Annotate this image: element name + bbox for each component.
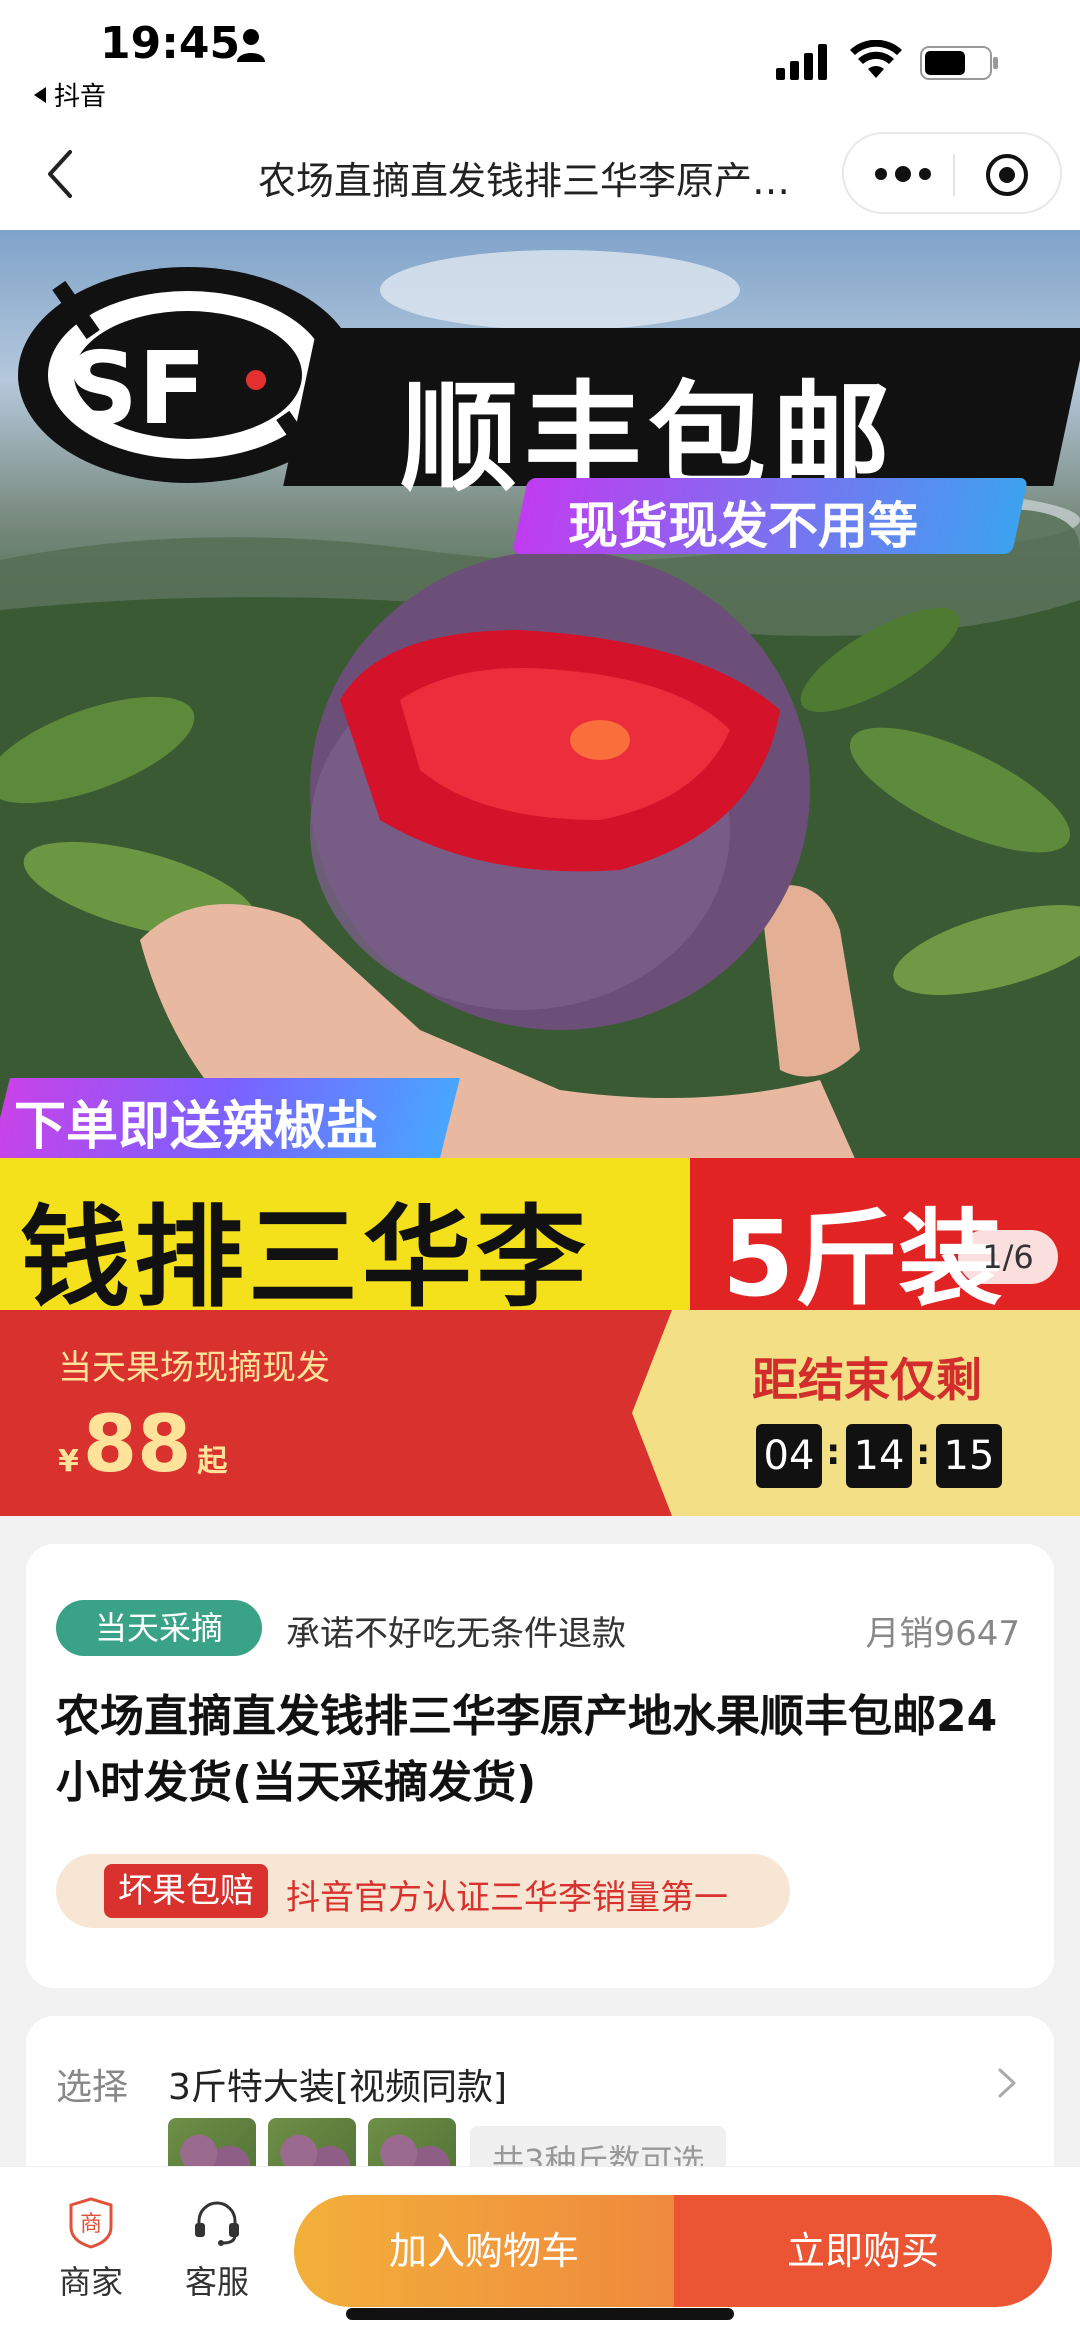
- person-icon: [237, 29, 265, 62]
- price-row: ¥ 88 起: [58, 1400, 227, 1490]
- price-banner: 当天果场现摘现发 ¥ 88 起 距结束仅剩 04 : 14 : 15: [0, 1310, 1080, 1516]
- battery-icon: [920, 46, 998, 80]
- gift-text: 下单即送辣椒盐: [14, 1097, 379, 1157]
- page-title: 农场直摘直发钱排三华李原产…: [258, 159, 791, 203]
- svg-text:商: 商: [80, 2212, 102, 2237]
- guarantee-text: 抖音官方认证三华李销量第一: [286, 1878, 728, 1918]
- product-name-band-text: 钱排三华李: [20, 1194, 590, 1310]
- close-target-icon[interactable]: [984, 152, 1030, 198]
- shop-icon: 商: [69, 2197, 113, 2249]
- countdown-separator: :: [916, 1432, 931, 1473]
- more-dots-icon[interactable]: [868, 152, 938, 196]
- chevron-right-icon: [998, 2068, 1016, 2098]
- back-triangle-icon: [34, 86, 46, 103]
- monthly-sales: 月销9647: [865, 1614, 1020, 1654]
- back-app-label: 抖音: [54, 82, 107, 112]
- countdown-seconds: 15: [936, 1424, 1002, 1488]
- back-arrow-icon[interactable]: [40, 146, 80, 202]
- pick-badge: 当天采摘: [56, 1600, 262, 1656]
- product-image-carousel[interactable]: SF 顺丰包邮 现货现发不用等 下单即送辣椒盐 钱排三华李 5斤装 1/6: [0, 230, 1080, 1310]
- back-to-app-link[interactable]: 抖音: [32, 76, 106, 113]
- capsule-divider: [953, 154, 955, 196]
- weight-band-text: 5斤装: [722, 1198, 1003, 1310]
- countdown-separator: :: [826, 1432, 841, 1473]
- guarantee-tag: 坏果包赔: [104, 1864, 268, 1918]
- spec-value: 3斤特大装[视频同款]: [168, 2067, 507, 2108]
- countdown-hours: 04: [756, 1424, 822, 1488]
- price-suffix: 起: [197, 1444, 228, 1479]
- sf-sub-text: 现货现发不用等: [568, 497, 918, 555]
- promise-text: 承诺不好吃无条件退款: [286, 1614, 626, 1654]
- image-counter: 1/6: [958, 1230, 1058, 1284]
- status-time: 19:45: [100, 18, 241, 69]
- shop-label: 商家: [58, 2263, 123, 2301]
- headset-icon: [195, 2201, 239, 2246]
- nav-bar: 农场直摘直发钱排三华李原产…: [0, 120, 1080, 230]
- spec-label: 选择: [56, 2067, 129, 2108]
- price-value: 88: [82, 1400, 192, 1490]
- signal-icon: [776, 44, 827, 80]
- countdown-minutes: 14: [846, 1424, 912, 1488]
- countdown-label: 距结束仅剩: [752, 1353, 982, 1407]
- sf-logo-text: SF: [66, 330, 207, 447]
- status-bar: 19:45 抖音: [0, 0, 1080, 120]
- guarantee-pill[interactable]: 坏果包赔 抖音官方认证三华李销量第一: [56, 1854, 790, 1928]
- product-info-card: 当天采摘 承诺不好吃无条件退款 月销9647 农场直摘直发钱排三华李原产地水果顺…: [26, 1544, 1054, 1988]
- mini-program-capsule: [842, 132, 1062, 214]
- product-title: 农场直摘直发钱排三华李原产地水果顺丰包邮24小时发货(当天采摘发货): [56, 1691, 998, 1808]
- buy-now-button[interactable]: 立即购买: [674, 2195, 1052, 2307]
- service-label: 客服: [184, 2263, 249, 2301]
- price-tagline: 当天果场现摘现发: [58, 1348, 330, 1388]
- wifi-icon: [850, 40, 902, 78]
- add-to-cart-button[interactable]: 加入购物车: [294, 2195, 674, 2307]
- home-indicator: [346, 2308, 734, 2320]
- customer-service-button[interactable]: 客服: [172, 2197, 262, 2303]
- price-currency: ¥: [58, 1444, 79, 1479]
- shop-button[interactable]: 商 商家: [46, 2197, 136, 2303]
